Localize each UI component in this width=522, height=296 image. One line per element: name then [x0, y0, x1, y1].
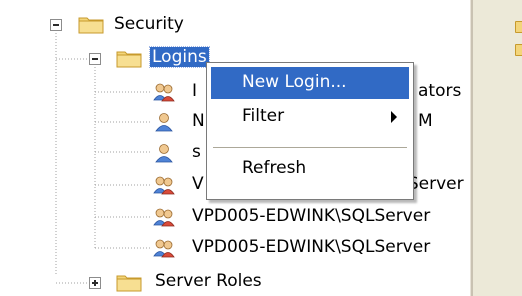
submenu-arrow-icon — [391, 111, 397, 123]
right-pane — [473, 0, 522, 296]
menu-item-label: Filter — [242, 106, 285, 126]
login-name-tail: ators — [418, 81, 462, 101]
tree-node-logins-label: Logins — [149, 46, 210, 68]
login-user-icon — [155, 113, 173, 132]
tree-node-server-roles[interactable]: Server Roles — [0, 270, 300, 296]
login-group-icon — [153, 239, 175, 258]
menu-item-new-login[interactable]: New Login... — [211, 67, 409, 99]
login-row[interactable]: VPD005-EDWINK\SQLServer — [0, 204, 470, 230]
login-name: V — [192, 174, 204, 194]
context-menu: New Login... Filter Refresh — [206, 62, 414, 200]
login-group-icon — [153, 176, 175, 195]
folder-icon — [116, 275, 142, 292]
login-name-tail: M — [418, 111, 433, 131]
folder-icon — [116, 51, 142, 68]
folder-icon — [515, 21, 522, 33]
login-name: VPD005-EDWINK\SQLServer — [192, 237, 431, 257]
menu-separator — [213, 147, 407, 148]
menu-item-label: Refresh — [242, 158, 307, 178]
menu-item-filter[interactable]: Filter — [211, 101, 409, 133]
folder-icon — [78, 17, 104, 34]
login-user-icon — [155, 144, 173, 163]
login-name: s — [192, 142, 201, 162]
tree-node-security-label: Security — [114, 14, 184, 34]
login-name: N — [192, 111, 205, 131]
collapse-icon[interactable] — [89, 53, 101, 65]
login-group-icon — [153, 208, 175, 227]
login-group-icon — [153, 83, 175, 102]
tree-node-server-roles-label: Server Roles — [155, 271, 262, 291]
menu-item-label: New Login... — [242, 72, 347, 92]
folder-icon — [515, 44, 522, 56]
login-row[interactable]: VPD005-EDWINK\SQLServer — [0, 235, 470, 261]
menu-item-refresh[interactable]: Refresh — [211, 153, 409, 185]
tree-node-security[interactable]: Security — [0, 12, 300, 38]
collapse-icon[interactable] — [50, 19, 62, 31]
login-name: VPD005-EDWINK\SQLServer — [192, 206, 431, 226]
expand-icon[interactable] — [89, 277, 101, 289]
login-name: I — [192, 81, 198, 101]
